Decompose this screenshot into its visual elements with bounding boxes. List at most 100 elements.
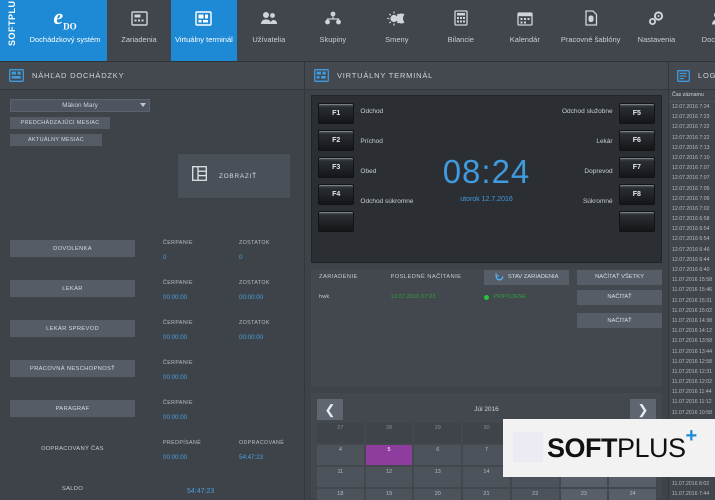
col-value: 00:00:00 <box>163 374 211 381</box>
calendar-day[interactable]: 19 <box>366 489 413 500</box>
show-button[interactable]: ZOBRAZIŤ <box>178 154 290 198</box>
calendar-day[interactable]: 20 <box>414 489 461 500</box>
function-key-right-blank[interactable] <box>619 211 655 232</box>
function-key-left-blank[interactable] <box>318 211 354 232</box>
list-item[interactable]: 12.07.2016 7:22 <box>669 122 715 132</box>
list-item[interactable]: 11.07.2016 11:44 <box>669 387 715 397</box>
terminal-label-prichod: Príchod <box>360 138 442 168</box>
device-icon <box>131 5 148 31</box>
lekar-button[interactable]: LEKÁR <box>10 280 135 297</box>
list-item[interactable]: 11.07.2016 14:38 <box>669 316 715 326</box>
calendar-day[interactable]: 21 <box>463 489 510 500</box>
list-item[interactable]: 12.07.2016 7:10 <box>669 153 715 163</box>
calendar-next-button[interactable]: ❯ <box>630 399 656 420</box>
list-item[interactable]: 11.07.2016 8:02 <box>669 479 715 489</box>
calendar-day[interactable]: 18 <box>317 489 364 500</box>
nav-item-uzivatelia[interactable]: Užívatelia <box>237 0 301 61</box>
nav-label: Smeny <box>385 35 408 44</box>
pracovna-neschopnost-button[interactable]: PRACOVNÁ NESCHOPNOSŤ <box>10 360 135 377</box>
calendar-day[interactable]: 12 <box>366 467 413 487</box>
function-key-f3[interactable]: F3 <box>318 157 354 178</box>
calendar-day[interactable]: 28 <box>366 423 413 443</box>
list-item[interactable]: 12.07.2016 6:44 <box>669 255 715 265</box>
list-item[interactable]: 12.07.2016 7:07 <box>669 163 715 173</box>
paragraf-button[interactable]: PARAGRAF <box>10 400 135 417</box>
list-item[interactable]: 11.07.2016 10:58 <box>669 408 715 418</box>
calendar-day[interactable]: 13 <box>414 467 461 487</box>
nav-item-virtualny-terminal[interactable]: Virtuálny terminál <box>171 0 237 61</box>
list-item[interactable]: 11.07.2016 15:46 <box>669 285 715 295</box>
list-item[interactable]: 11.07.2016 14:12 <box>669 326 715 336</box>
list-item[interactable]: 12.07.2016 6:40 <box>669 265 715 275</box>
calendar-prev-button[interactable]: ❮ <box>317 399 343 420</box>
user-select[interactable]: Mäkon Mary <box>10 99 150 112</box>
list-item[interactable]: 11.07.2016 15:58 <box>669 275 715 285</box>
calendar-day[interactable]: 29 <box>414 423 461 443</box>
nav-label: Nastavenia <box>638 35 676 44</box>
function-key-f4[interactable]: F4 <box>318 184 354 205</box>
device-status-label: STAV ZARIADENIA <box>508 274 559 280</box>
list-item[interactable]: 12.07.2016 7:06 <box>669 194 715 204</box>
calendar-day[interactable]: 24 <box>609 489 656 500</box>
lekar-sprevod-button[interactable]: LEKÁR SPREVOD <box>10 320 135 337</box>
nav-label: Skupiny <box>319 35 346 44</box>
nav-item-bilancie[interactable]: Bilancie <box>429 0 493 61</box>
list-item[interactable]: 12.07.2016 7:05 <box>669 184 715 194</box>
calendar-day[interactable]: 6 <box>414 445 461 465</box>
list-item[interactable]: 12.07.2016 6:58 <box>669 214 715 224</box>
calendar-day[interactable]: 23 <box>561 489 608 500</box>
calendar-day[interactable]: 22 <box>512 489 559 500</box>
list-item[interactable]: 12.07.2016 7:23 <box>669 112 715 122</box>
list-item[interactable]: 11.07.2016 7:44 <box>669 489 715 499</box>
function-key-f7[interactable]: F7 <box>619 157 655 178</box>
nav-item-smeny[interactable]: Smeny <box>365 0 429 61</box>
function-key-f1[interactable]: F1 <box>318 103 354 124</box>
previous-month-button[interactable]: PREDCHÁDZAJÚCI MESIAC <box>10 117 110 129</box>
list-item[interactable]: 11.07.2016 11:12 <box>669 397 715 407</box>
function-key-f8[interactable]: F8 <box>619 184 655 205</box>
list-item[interactable]: 11.07.2016 12:31 <box>669 367 715 377</box>
dovolenka-button[interactable]: DOVOLENKA <box>10 240 135 257</box>
col-label: ČERPANIE <box>163 360 211 366</box>
list-item[interactable]: 11.07.2016 13:44 <box>669 347 715 357</box>
calendar-day[interactable]: 4 <box>317 445 364 465</box>
balance-row: PRACOVNÁ NESCHOPNOSŤ ČERPANIE 00:00:00 <box>0 360 305 400</box>
list-item[interactable]: 12.07.2016 7:07 <box>669 173 715 183</box>
current-month-button[interactable]: AKTUÁLNY MESIAC <box>10 134 102 146</box>
nav-item-skupiny[interactable]: Skupiny <box>301 0 365 61</box>
list-item[interactable]: 11.07.2016 12:58 <box>669 357 715 367</box>
function-key-f5[interactable]: F5 <box>619 103 655 124</box>
calendar-day[interactable]: 27 <box>317 423 364 443</box>
list-item[interactable]: 11.07.2016 15:31 <box>669 296 715 306</box>
nav-item-nastavenia[interactable]: Nastavenia <box>624 0 688 61</box>
function-key-f6[interactable]: F6 <box>619 130 655 151</box>
list-item[interactable]: 12.07.2016 7:24 <box>669 102 715 112</box>
gear-icon <box>647 5 665 31</box>
load-all-button[interactable]: NAČÍTAŤ VŠETKY <box>577 270 662 285</box>
nav-item-dochadzkovy-system[interactable]: eDO Dochádzkový systém <box>23 0 107 61</box>
table-row[interactable]: hwk 12.07.2016 07:23 PRIPOJENÉ NAČÍTAŤ <box>311 288 662 306</box>
left-panel-controls: Mäkon Mary PREDCHÁDZAJÚCI MESIAC AKTUÁLN… <box>0 90 304 155</box>
load-device-button[interactable]: NAČÍTAŤ <box>577 290 662 305</box>
load-extra-button[interactable]: NAČÍTAŤ <box>577 313 662 328</box>
list-item[interactable]: 12.07.2016 7:02 <box>669 204 715 214</box>
list-item[interactable]: 12.07.2016 6:54 <box>669 234 715 244</box>
list-item[interactable]: 12.07.2016 6:46 <box>669 245 715 255</box>
list-item[interactable]: 11.07.2016 12:02 <box>669 377 715 387</box>
calendar-day[interactable]: 11 <box>317 467 364 487</box>
edo-logo-icon: eDO <box>53 5 76 31</box>
brand-strip: SOFTPLUS <box>0 0 23 61</box>
function-key-f2[interactable]: F2 <box>318 130 354 151</box>
calendar-day-selected[interactable]: 5 <box>366 445 413 465</box>
list-item[interactable]: 12.07.2016 6:54 <box>669 224 715 234</box>
nav-item-dochadzka[interactable]: Dochádzka <box>688 0 715 61</box>
nav-item-pracovne-sablony[interactable]: Pracovné šablóny <box>557 0 625 61</box>
nav-item-kalendar[interactable]: Kalendár <box>493 0 557 61</box>
nav-item-zariadenia[interactable]: Zariadenia <box>107 0 171 61</box>
list-item[interactable]: 12.07.2016 7:13 <box>669 143 715 153</box>
list-item[interactable]: 12.07.2016 7:22 <box>669 133 715 143</box>
list-item[interactable]: 11.07.2016 15:02 <box>669 306 715 316</box>
device-status-button[interactable]: STAV ZARIADENIA <box>484 270 569 285</box>
list-item[interactable]: 11.07.2016 13:58 <box>669 336 715 346</box>
watermark-bold: SOFT <box>547 433 617 464</box>
